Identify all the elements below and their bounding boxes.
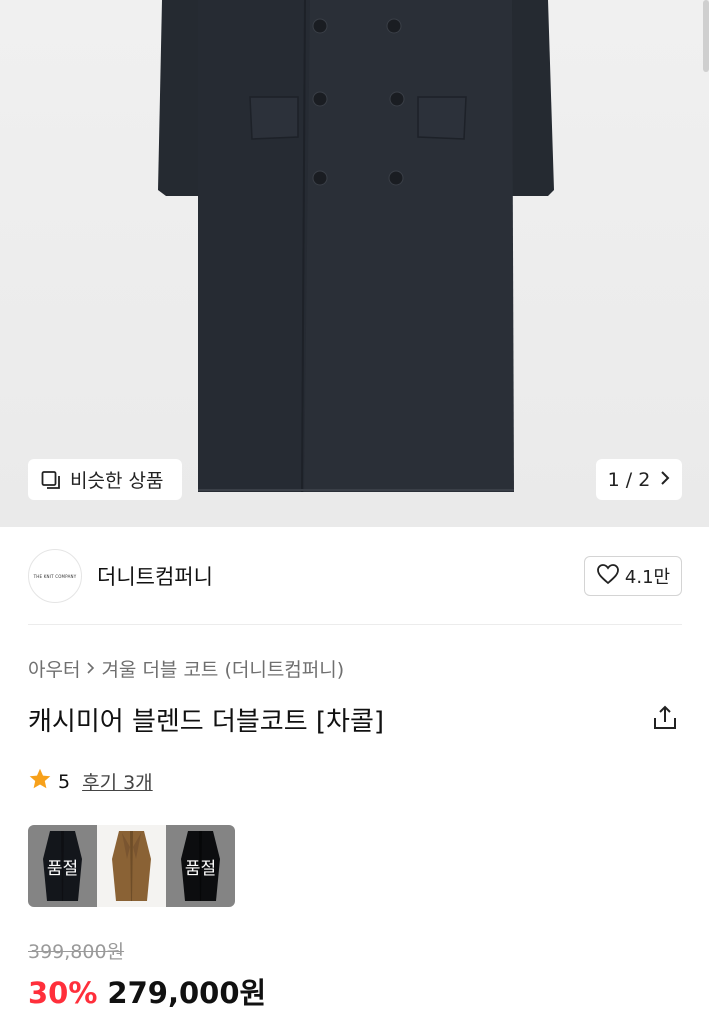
price-row: 30% 279,000원 [28, 970, 266, 1012]
rating-row: 5 후기 3개 [28, 767, 153, 796]
color-option-black[interactable]: 품절 [166, 825, 235, 907]
chevron-right-icon [660, 469, 670, 491]
image-pager[interactable]: 1 / 2 [596, 459, 682, 500]
similar-items-icon [41, 470, 63, 490]
pager-text: 1 / 2 [608, 469, 651, 491]
coat-thumbnail-camel [97, 825, 166, 907]
chevron-right-icon [86, 658, 95, 680]
brand-logo-text: THE KNIT COMPANY [33, 573, 77, 579]
sold-out-label: 품절 [46, 859, 79, 879]
pager-current: 1 [607, 468, 620, 491]
coat-image [158, 0, 554, 493]
rating-score: 5 [58, 770, 71, 793]
sold-out-label: 품절 [184, 859, 217, 879]
breadcrumb-subcategory[interactable]: 겨울 더블 코트 (더니트컴퍼니) [101, 655, 344, 682]
pager-total: 2 [638, 468, 651, 491]
similar-products-label: 비슷한 상품 [70, 470, 164, 492]
pager-separator: / [625, 468, 633, 491]
brand-name[interactable]: 더니트컴퍼니 [97, 561, 213, 591]
product-image-carousel[interactable]: 비슷한 상품 1 / 2 [0, 0, 709, 527]
product-title: 캐시미어 블렌드 더블코트 [차콜] [28, 707, 385, 737]
divider [28, 624, 682, 625]
scrollbar[interactable] [703, 0, 709, 72]
brand-logo[interactable]: THE KNIT COMPANY [28, 549, 82, 603]
breadcrumb: 아우터 겨울 더블 코트 (더니트컴퍼니) [28, 655, 344, 682]
similar-products-button[interactable]: 비슷한 상품 [28, 459, 182, 500]
share-icon [650, 705, 680, 737]
share-button[interactable] [650, 703, 680, 733]
star-icon [28, 767, 52, 796]
color-option-camel[interactable] [97, 825, 166, 907]
discount-rate: 30% [28, 976, 98, 1010]
color-options: 품절 품절 [28, 825, 235, 907]
like-button[interactable]: 4.1만 [584, 556, 682, 596]
color-option-navy[interactable]: 품절 [28, 825, 97, 907]
breadcrumb-category[interactable]: 아우터 [28, 655, 80, 682]
reviews-link[interactable]: 후기 3개 [82, 768, 153, 795]
like-count: 4.1만 [624, 567, 671, 588]
original-price: 399,800원 [28, 941, 125, 963]
heart-icon [596, 563, 620, 590]
final-price: 279,000원 [107, 976, 267, 1010]
